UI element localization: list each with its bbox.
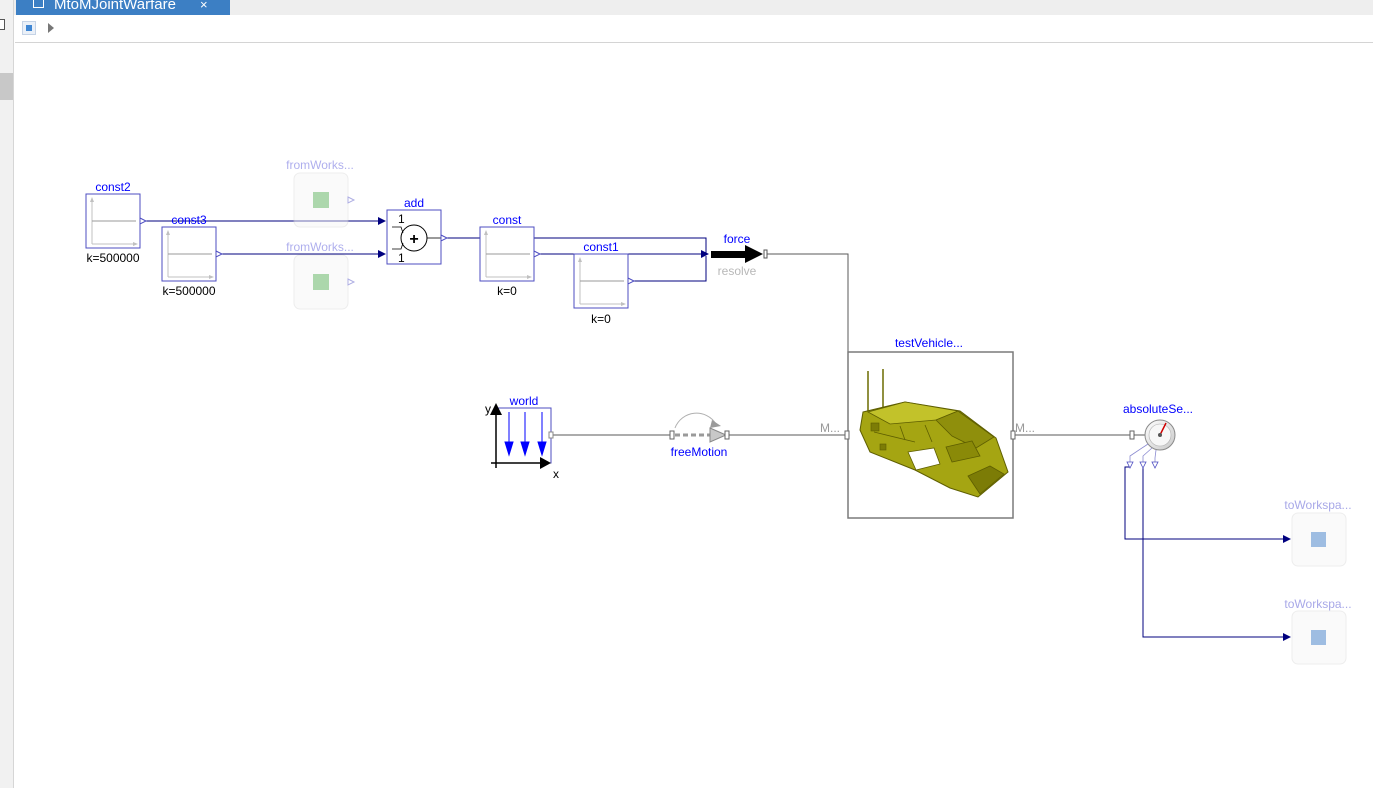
wire-const1-to-force[interactable]	[634, 256, 707, 282]
block-const3[interactable]: const3 k=500000	[161, 213, 224, 298]
block-const1[interactable]: const1 k=0	[573, 240, 636, 326]
block-testvehicle[interactable]: testVehicle... M... M...	[820, 336, 1035, 519]
wire-sensor-to-toworkspace1[interactable]	[1124, 466, 1291, 543]
const3-param-label: k=500000	[162, 284, 215, 298]
block-world[interactable]: world y x	[485, 394, 559, 481]
add-symbol: +	[409, 231, 418, 248]
const-param-label: k=0	[497, 284, 517, 298]
testvehicle-right-port-label: M...	[1015, 421, 1035, 435]
add-gain2-label: 1	[398, 251, 405, 265]
absolute-sensor-name-label: absoluteSe...	[1123, 402, 1193, 416]
block-freemotion[interactable]: freeMotion	[669, 412, 730, 459]
testvehicle-left-port-label: M...	[820, 421, 840, 435]
wire-sensor-to-toworkspace2[interactable]	[1142, 467, 1291, 641]
fromworkspace-1-name-label: fromWorks...	[286, 158, 354, 172]
const-name-label: const	[493, 213, 522, 227]
const1-name-label: const1	[583, 240, 619, 254]
block-add[interactable]: + 1 1 add	[386, 196, 449, 265]
world-name-label: world	[509, 394, 539, 408]
block-force[interactable]: force resolve	[711, 232, 768, 278]
block-fromworkspace-1[interactable]: fromWorks...	[286, 158, 356, 228]
toworkspace-1-name-label: toWorkspa...	[1284, 498, 1351, 512]
toworkspace-2-name-label: toWorkspa...	[1284, 597, 1351, 611]
force-resolve-label: resolve	[718, 264, 757, 278]
model-diagram-canvas[interactable]: const2 k=500000 const3 k=500000 fromWork…	[0, 0, 1373, 788]
testvehicle-name-label: testVehicle...	[895, 336, 963, 350]
wire-force-to-vehicle[interactable]	[767, 253, 849, 432]
world-y-axis-label: y	[485, 402, 491, 416]
block-const[interactable]: const k=0	[479, 213, 542, 298]
block-toworkspace-1[interactable]: toWorkspa...	[1284, 498, 1352, 567]
block-absolute-sensor[interactable]: absoluteSe...	[1123, 402, 1193, 469]
const1-param-label: k=0	[591, 312, 611, 326]
block-const2[interactable]: const2 k=500000	[85, 180, 148, 265]
add-name-label: add	[404, 196, 424, 210]
block-toworkspace-2[interactable]: toWorkspa...	[1284, 597, 1352, 665]
freemotion-name-label: freeMotion	[671, 445, 728, 459]
world-x-axis-label: x	[553, 467, 559, 481]
add-gain1-label: 1	[398, 212, 405, 226]
block-fromworkspace-2[interactable]: fromWorks...	[286, 240, 356, 310]
const2-param-label: k=500000	[86, 251, 139, 265]
const3-name-label: const3	[171, 213, 207, 227]
force-name-label: force	[724, 232, 751, 246]
const2-name-label: const2	[95, 180, 131, 194]
fromworkspace-2-name-label: fromWorks...	[286, 240, 354, 254]
